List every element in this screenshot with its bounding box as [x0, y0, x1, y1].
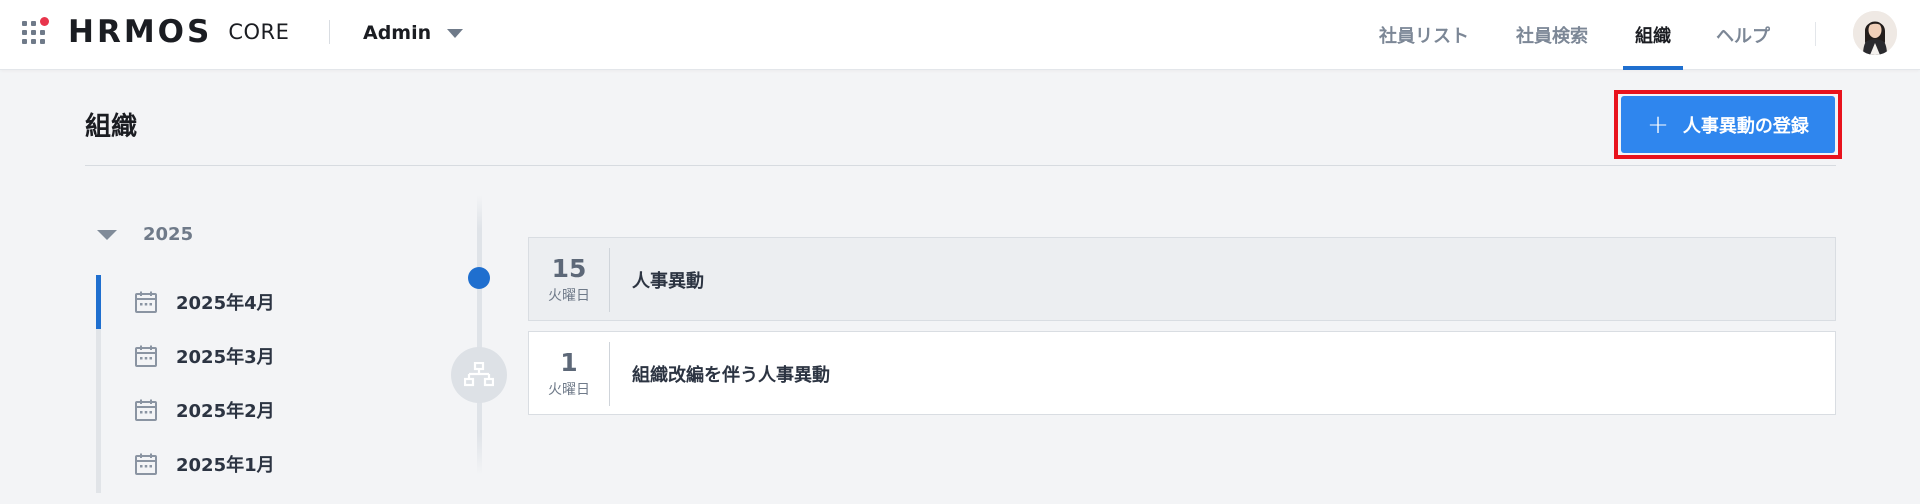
event-weekday: 火曜日	[548, 287, 590, 304]
event-card[interactable]: 1 火曜日 組織改編を伴う人事異動	[528, 331, 1836, 415]
month-item-2025-04[interactable]: 2025年4月	[134, 288, 275, 316]
nav-employee-list[interactable]: 社員リスト	[1379, 0, 1469, 70]
calendar-icon	[135, 345, 157, 367]
register-button-label: 人事異動の登録	[1682, 115, 1809, 137]
nav-organization[interactable]: 組織	[1623, 0, 1683, 70]
calendar-icon	[135, 453, 157, 475]
notification-dot	[40, 17, 49, 26]
timeline-org-marker	[451, 347, 507, 403]
month-label: 2025年1月	[176, 455, 275, 476]
top-header: HRMOS CORE Admin 社員リスト 社員検索 組織 ヘルプ	[0, 0, 1920, 70]
title-divider	[85, 165, 1836, 166]
event-date: 1 火曜日	[529, 342, 610, 406]
event-day: 1	[560, 348, 578, 378]
timeline-dot	[468, 267, 490, 289]
page-title: 組織	[85, 112, 138, 142]
app-launcher-icon[interactable]	[22, 17, 49, 47]
role-label: Admin	[363, 22, 432, 44]
event-weekday: 火曜日	[548, 381, 590, 398]
month-item-2025-02[interactable]: 2025年2月	[134, 396, 275, 424]
month-label: 2025年3月	[176, 347, 275, 368]
active-month-indicator	[96, 275, 101, 329]
app-logo[interactable]: HRMOS CORE	[68, 14, 289, 50]
user-avatar[interactable]	[1853, 11, 1897, 55]
event-title: 組織改編を伴う人事異動	[632, 365, 830, 386]
register-personnel-change-button[interactable]: + 人事異動の登録	[1621, 96, 1835, 153]
month-item-2025-03[interactable]: 2025年3月	[134, 342, 275, 370]
header-divider	[329, 20, 330, 44]
nav-divider	[1815, 22, 1816, 46]
plus-icon: +	[1647, 109, 1669, 140]
month-label: 2025年2月	[176, 401, 275, 422]
caret-down-icon	[97, 229, 117, 240]
event-title: 人事異動	[632, 271, 704, 292]
nav-help[interactable]: ヘルプ	[1716, 0, 1770, 70]
timeline-line	[477, 195, 482, 475]
nav-employee-search[interactable]: 社員検索	[1516, 0, 1588, 70]
role-selector[interactable]: Admin	[363, 18, 464, 48]
org-chart-icon	[464, 362, 494, 387]
calendar-icon	[135, 399, 157, 421]
chevron-down-icon	[447, 28, 464, 38]
logo-product-name: CORE	[228, 20, 290, 44]
event-day: 15	[551, 254, 587, 284]
year-toggle[interactable]: 2025	[97, 224, 193, 245]
event-card[interactable]: 15 火曜日 人事異動	[528, 237, 1836, 321]
year-label: 2025	[143, 224, 194, 245]
logo-wordmark: HRMOS	[68, 14, 213, 50]
event-date: 15 火曜日	[529, 248, 610, 312]
avatar-portrait-icon	[1853, 11, 1897, 55]
month-label: 2025年4月	[176, 293, 275, 314]
calendar-icon	[135, 291, 157, 313]
month-item-2025-01[interactable]: 2025年1月	[134, 450, 275, 478]
